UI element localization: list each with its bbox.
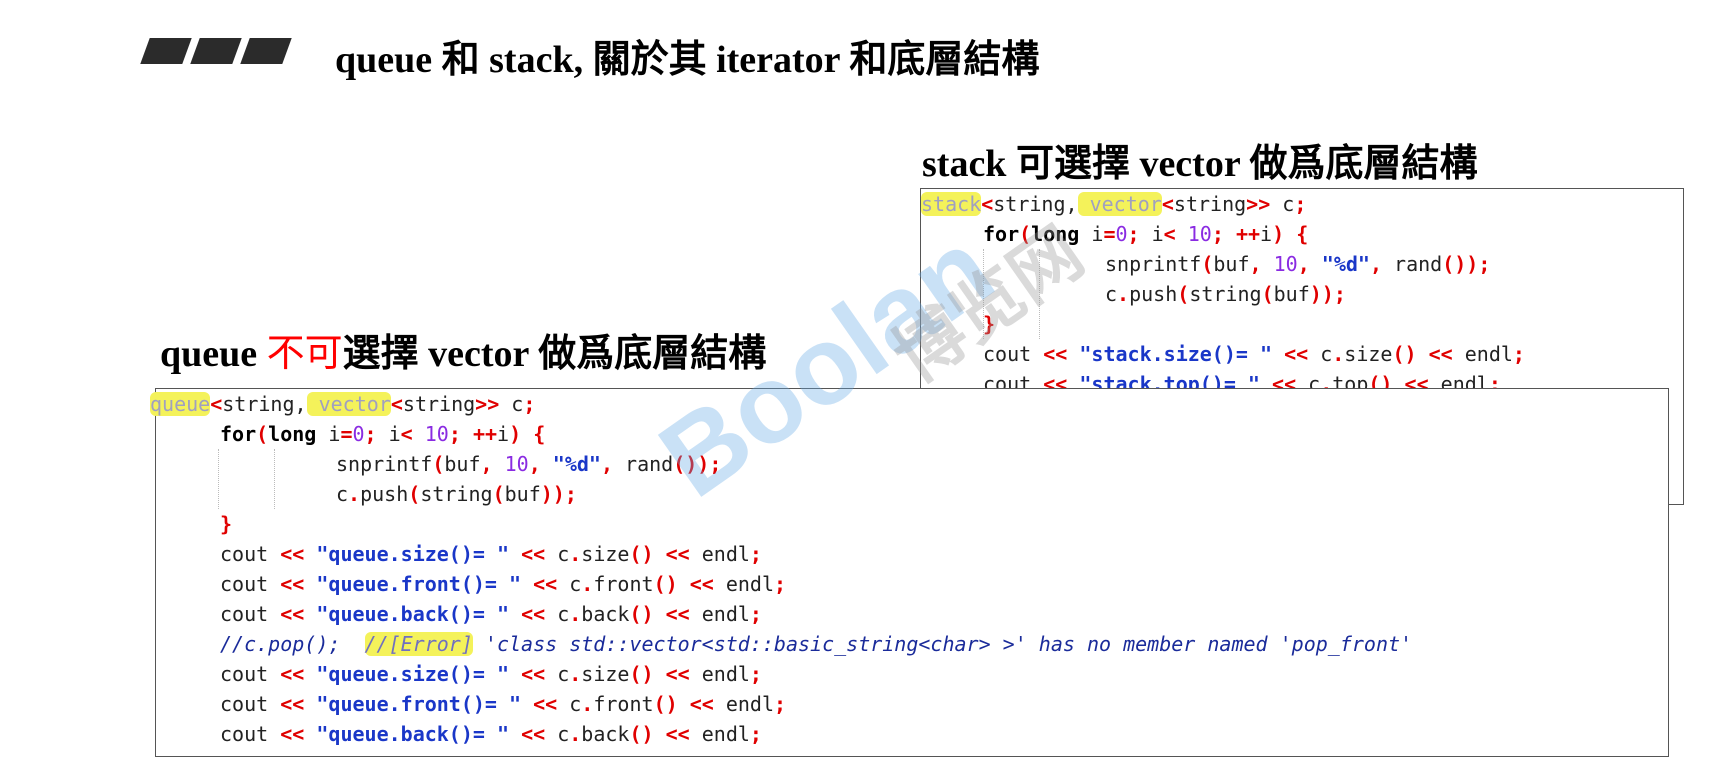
stack-code-line-4: c.push(string(buf));: [1105, 282, 1346, 306]
queue-heading-emphasis: 不可: [266, 333, 343, 375]
queue-code-line-9: //c.pop(); //[Error] 'class std::vector<…: [220, 632, 1413, 656]
queue-code-line-5: }: [220, 512, 233, 536]
stack-code-line-2: for(long i=0; i< 10; ++i) {: [983, 222, 1309, 246]
queue-heading: queue 不可選擇 vector 做爲底層結構: [160, 333, 767, 375]
stack-code-line-5: }: [983, 312, 996, 336]
stack-code-line-6: cout << "stack.size()= " << c.size() << …: [983, 342, 1525, 366]
queue-code-line-12: cout << "queue.back()= " << c.back() << …: [220, 722, 762, 746]
stack-code-line-3: snprintf(buf, 10, "%d", rand());: [1105, 252, 1491, 276]
queue-code-line-1: queue<string, vector<string>> c;: [150, 392, 536, 416]
queue-code-line-2: for(long i=0; i< 10; ++i) {: [220, 422, 546, 446]
queue-code-line-3: snprintf(buf, 10, "%d", rand());: [336, 452, 722, 476]
queue-code-line-7: cout << "queue.front()= " << c.front() <…: [220, 572, 787, 596]
queue-code-line-10: cout << "queue.size()= " << c.size() << …: [220, 662, 762, 686]
queue-code-line-11: cout << "queue.front()= " << c.front() <…: [220, 692, 787, 716]
queue-code-line-6: cout << "queue.size()= " << c.size() << …: [220, 542, 762, 566]
queue-code-box: queue<string, vector<string>> c; for(lon…: [150, 388, 1669, 757]
title-decoration-icon: [140, 38, 295, 64]
stack-heading: stack 可選擇 vector 做爲底層結構: [922, 143, 1478, 185]
slide-title: queue 和 stack, 關於其 iterator 和底層結構: [335, 39, 1040, 81]
stack-code-line-1: stack<string, vector<string>> c;: [921, 192, 1307, 216]
queue-code-line-4: c.push(string(buf));: [336, 482, 577, 506]
queue-code-line-8: cout << "queue.back()= " << c.back() << …: [220, 602, 762, 626]
